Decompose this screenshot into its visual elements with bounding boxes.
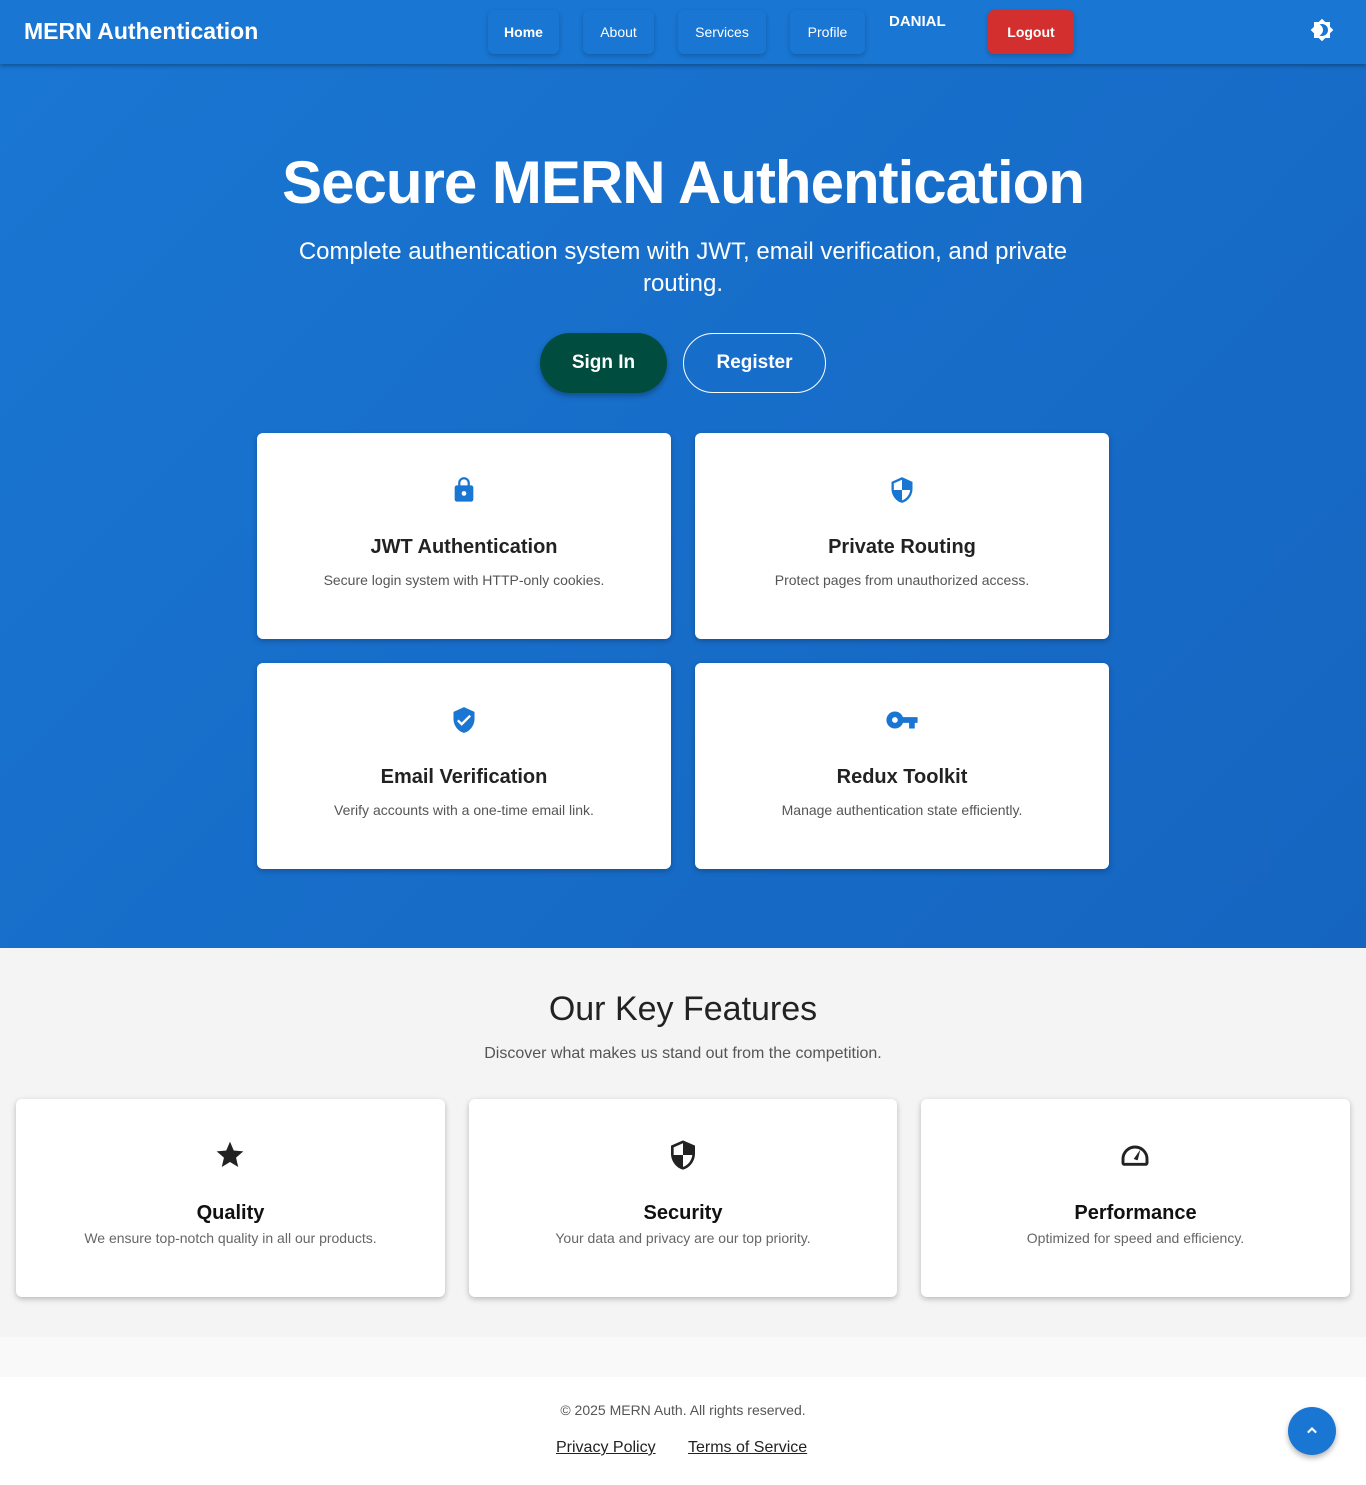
shield-icon xyxy=(671,1140,695,1170)
sign-in-button[interactable]: Sign In xyxy=(540,333,667,393)
card-title: Performance xyxy=(1074,1202,1197,1224)
hero-title: Secure MERN Authentication xyxy=(282,149,1085,216)
feature-performance: Performance Optimized for speed and effi… xyxy=(921,1099,1350,1297)
navbar: MERN Authentication Home About Services … xyxy=(0,0,1366,64)
card-title: Private Routing xyxy=(828,536,976,558)
nav-home[interactable]: Home xyxy=(488,10,559,54)
shield-icon xyxy=(891,477,913,503)
spacer xyxy=(0,1337,1366,1377)
lock-icon xyxy=(454,477,474,502)
nav-about[interactable]: About xyxy=(583,10,654,54)
card-desc: Secure login system with HTTP-only cooki… xyxy=(323,572,605,588)
feature-card-email: Email Verification Verify accounts with … xyxy=(257,663,671,869)
key-features-section: Our Key Features Discover what makes us … xyxy=(0,948,1366,1337)
hero-subtitle: Complete authentication system with JWT,… xyxy=(298,238,1068,297)
nav-services[interactable]: Services xyxy=(678,10,766,54)
brightness-icon[interactable] xyxy=(1310,18,1334,42)
scroll-to-top-button[interactable] xyxy=(1288,1407,1336,1455)
privacy-policy-link[interactable]: Privacy Policy xyxy=(556,1439,656,1457)
key-icon xyxy=(886,711,918,729)
card-desc: Protect pages from unauthorized access. xyxy=(774,572,1030,588)
features-subtitle: Discover what makes us stand out from th… xyxy=(484,1045,882,1062)
register-button[interactable]: Register xyxy=(683,333,826,393)
terms-of-service-link[interactable]: Terms of Service xyxy=(688,1439,807,1457)
logout-button[interactable]: Logout xyxy=(988,10,1074,54)
feature-card-jwt: JWT Authentication Secure login system w… xyxy=(257,433,671,639)
feature-security: Security Your data and privacy are our t… xyxy=(469,1099,897,1297)
card-desc: We ensure top-notch quality in all our p… xyxy=(84,1230,377,1246)
feature-quality: Quality We ensure top-notch quality in a… xyxy=(16,1099,445,1297)
card-title: Redux Toolkit xyxy=(836,766,968,788)
card-title: JWT Authentication xyxy=(370,536,558,558)
card-desc: Optimized for speed and efficiency. xyxy=(1026,1230,1245,1246)
features-title: Our Key Features xyxy=(548,990,818,1028)
card-title: Security xyxy=(643,1202,723,1224)
hero-section: Secure MERN Authentication Complete auth… xyxy=(0,64,1366,948)
card-desc: Manage authentication state efficiently. xyxy=(781,802,1023,818)
card-title: Email Verification xyxy=(380,766,548,788)
nav-profile[interactable]: Profile xyxy=(790,10,865,54)
username: DANIAL xyxy=(889,13,946,30)
card-desc: Verify accounts with a one-time email li… xyxy=(334,802,594,818)
copyright: © 2025 MERN Auth. All rights reserved. xyxy=(560,1402,806,1418)
verified-icon xyxy=(453,707,475,733)
feature-card-routing: Private Routing Protect pages from unaut… xyxy=(695,433,1109,639)
speed-icon xyxy=(1121,1145,1149,1166)
card-title: Quality xyxy=(196,1202,265,1224)
brand-title[interactable]: MERN Authentication xyxy=(24,18,258,45)
chevron-up-icon xyxy=(1307,1427,1317,1434)
feature-card-redux: Redux Toolkit Manage authentication stat… xyxy=(695,663,1109,869)
card-desc: Your data and privacy are our top priori… xyxy=(555,1230,811,1246)
star-icon xyxy=(216,1141,244,1167)
